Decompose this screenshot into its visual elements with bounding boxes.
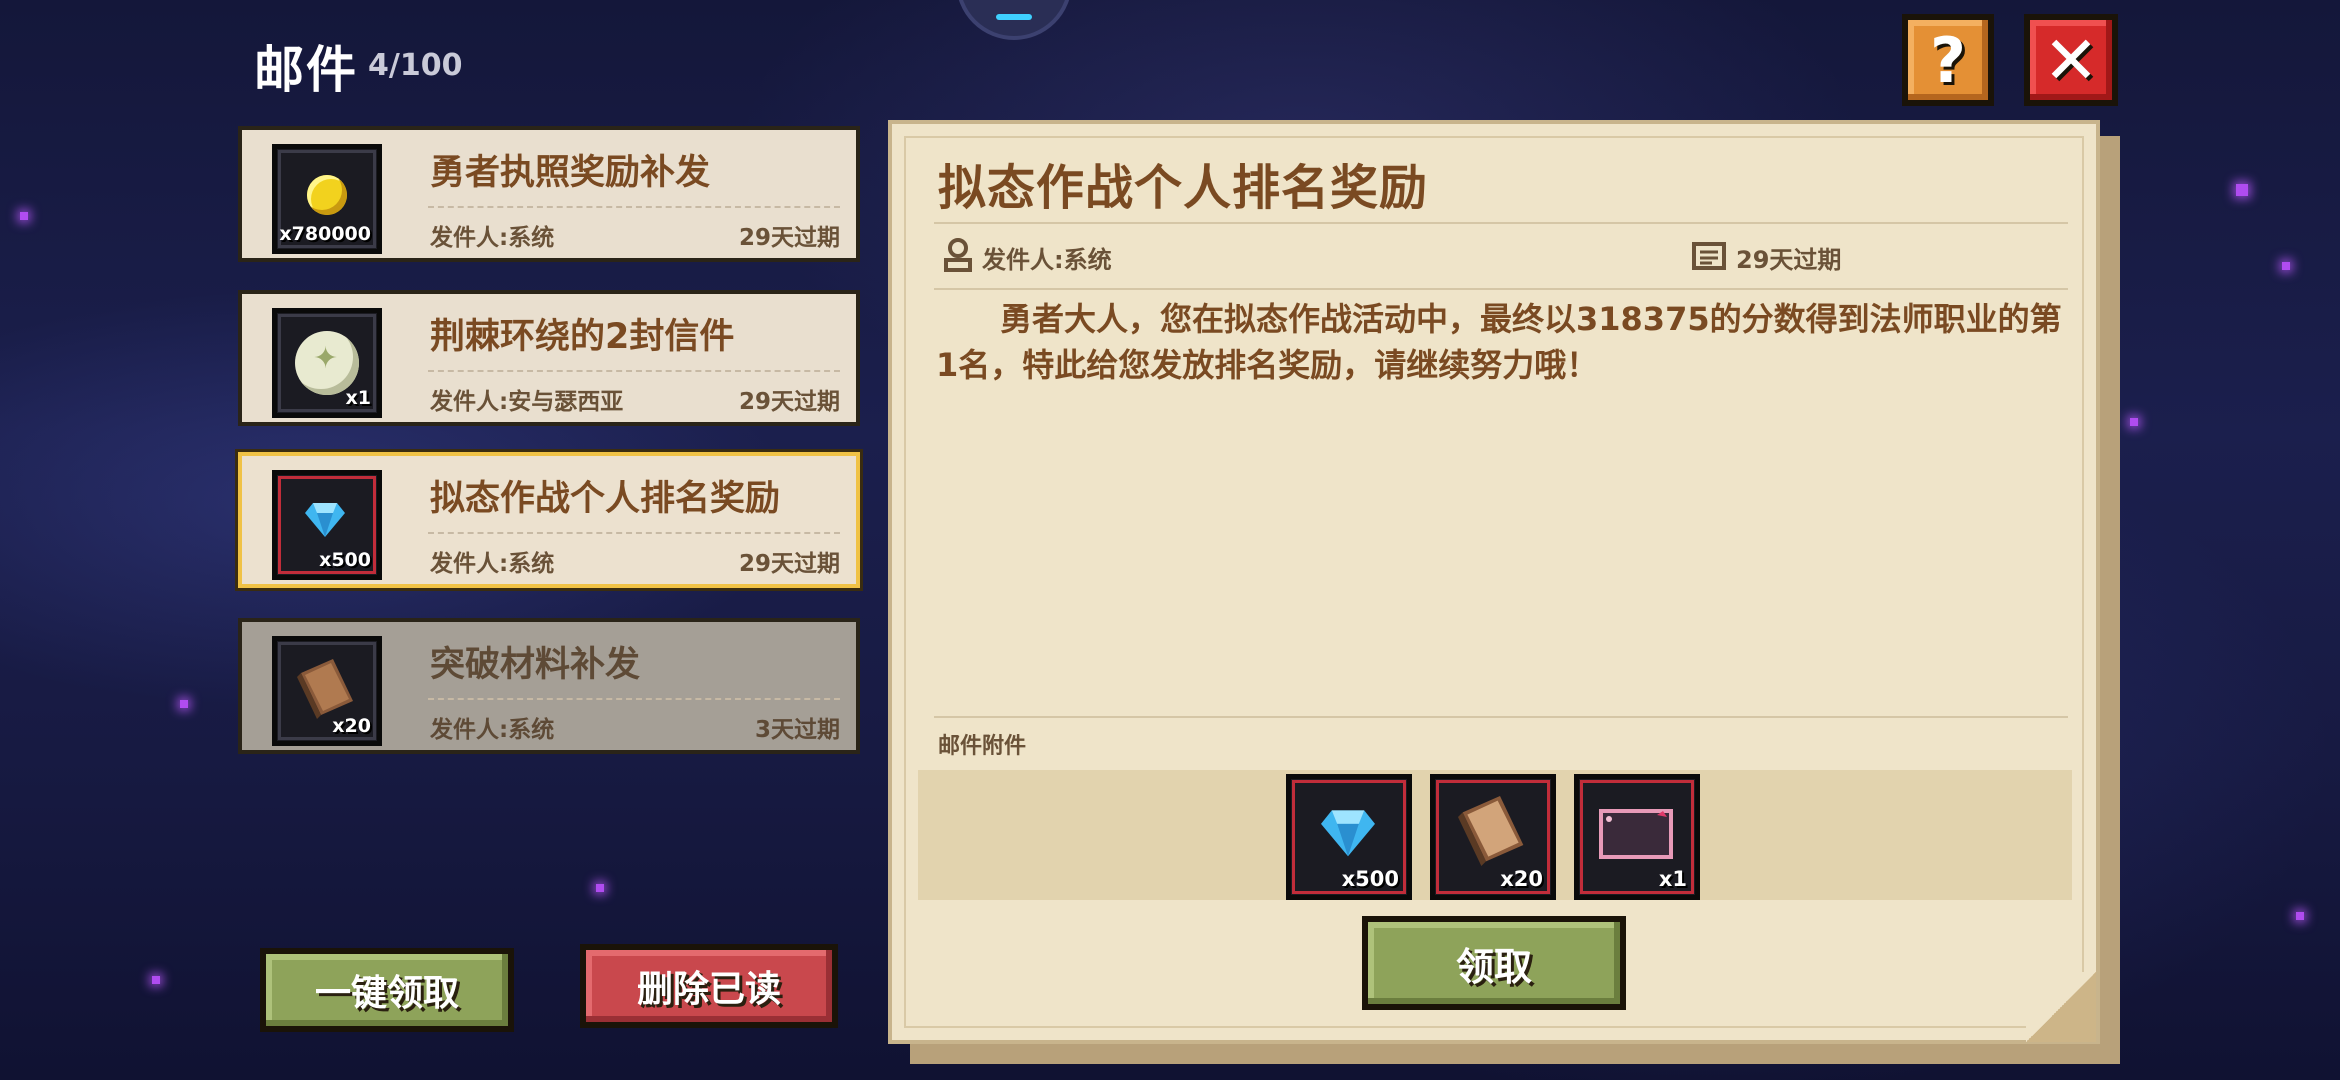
star-decoration	[180, 700, 188, 708]
pink-frame-icon	[1599, 809, 1673, 859]
mail-title: 荆棘环绕的2封信件	[430, 317, 735, 357]
star-decoration	[2236, 184, 2248, 196]
top-pull-handle[interactable]	[956, 0, 1072, 40]
mail-item-1[interactable]: x1 荆棘环绕的2封信件 发件人:安与瑟西亚 29天过期	[238, 290, 860, 426]
attachment-slot-0[interactable]: x500	[1286, 774, 1412, 900]
mail-expiry: 29天过期	[738, 551, 840, 577]
star-decoration	[20, 212, 28, 220]
mail-icon-box: x780000	[272, 144, 382, 254]
book-icon	[1458, 796, 1524, 866]
page-title: 邮件	[254, 41, 358, 99]
mail-expiry: 29天过期	[738, 389, 840, 415]
mail-sender: 发件人:系统	[430, 225, 555, 251]
gold-coin-icon	[307, 175, 347, 215]
mail-expiry: 29天过期	[738, 225, 840, 251]
mail-title: 勇者执照奖励补发	[430, 153, 711, 193]
item-quantity: x20	[332, 715, 371, 737]
mail-sender: 发件人:系统	[430, 551, 555, 577]
divider	[934, 716, 2068, 718]
item-quantity: x1	[345, 387, 371, 409]
attachment-slot-1[interactable]: x20	[1430, 774, 1556, 900]
divider	[934, 222, 2068, 224]
star-decoration	[2296, 912, 2304, 920]
mail-title: 突破材料补发	[430, 645, 641, 685]
star-decoration	[2130, 418, 2138, 426]
help-button[interactable]: ?	[1902, 14, 1994, 106]
attachment-slot-2[interactable]: x1	[1574, 774, 1700, 900]
mail-expiry: 3天过期	[754, 717, 840, 743]
mail-count: 4/100	[368, 48, 463, 83]
calendar-icon	[1692, 242, 1726, 270]
star-decoration	[2282, 262, 2290, 270]
person-icon	[944, 238, 972, 272]
mail-title: 拟态作战个人排名奖励	[430, 479, 781, 519]
mail-icon-box: x500	[272, 470, 382, 580]
mail-item-0[interactable]: x780000 勇者执照奖励补发 发件人:系统 29天过期	[238, 126, 860, 262]
question-icon: ?	[1930, 23, 1966, 97]
claim-button[interactable]: 领取	[1362, 916, 1626, 1010]
blue-gem-icon	[1321, 810, 1375, 857]
item-quantity: x780000	[279, 223, 371, 245]
close-icon: ✕	[2043, 21, 2099, 99]
detail-body-text: 勇者大人，您在拟态作战活动中，最终以318375的分数得到法师职业的第1名，特此…	[936, 300, 2062, 384]
delete-read-button[interactable]: 删除已读	[580, 944, 838, 1028]
mail-icon-box: x1	[272, 308, 382, 418]
divider	[428, 532, 840, 534]
item-quantity: x500	[319, 549, 371, 571]
attachments-label: 邮件附件	[938, 734, 1027, 759]
detail-title: 拟态作战个人排名奖励	[938, 160, 1429, 216]
item-quantity: x1	[1658, 867, 1687, 891]
star-decoration	[596, 884, 604, 892]
mail-sender: 发件人:系统	[430, 717, 555, 743]
close-button[interactable]: ✕	[2024, 14, 2118, 106]
mail-item-2[interactable]: x500 拟态作战个人排名奖励 发件人:系统 29天过期	[238, 452, 860, 588]
mail-sender: 发件人:安与瑟西亚	[430, 389, 624, 415]
divider	[428, 698, 840, 700]
sealed-letter-icon	[295, 331, 359, 395]
divider	[428, 370, 840, 372]
star-decoration	[152, 976, 160, 984]
item-quantity: x500	[1341, 867, 1399, 891]
mail-icon-box: x20	[272, 636, 382, 746]
detail-sender: 发件人:系统	[982, 246, 1112, 274]
page-curl	[2026, 972, 2096, 1042]
divider	[934, 288, 2068, 290]
detail-expiry: 29天过期	[1736, 246, 1842, 274]
blue-gem-icon	[305, 503, 345, 537]
divider	[428, 206, 840, 208]
mail-item-3[interactable]: x20 突破材料补发 发件人:系统 3天过期	[238, 618, 860, 754]
item-quantity: x20	[1500, 867, 1543, 891]
claim-all-button[interactable]: 一键领取	[260, 948, 514, 1032]
